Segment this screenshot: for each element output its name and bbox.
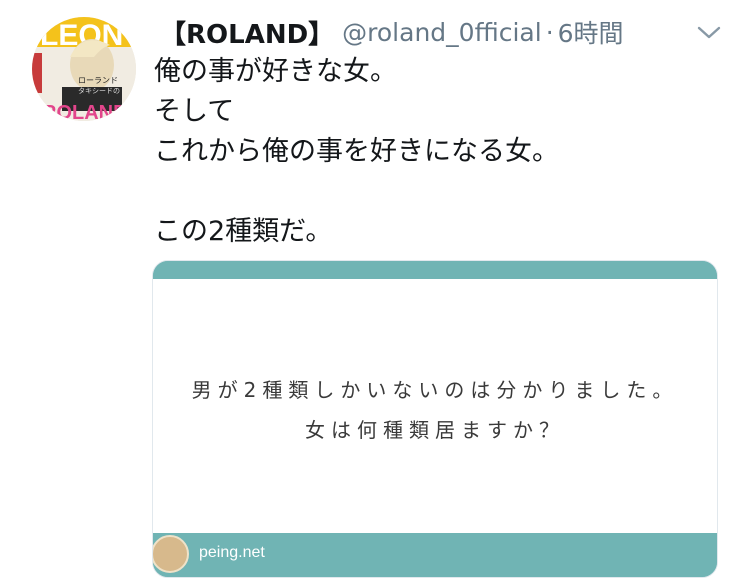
avatar[interactable]: LEON ローランド タキシードの ROLAND xyxy=(32,17,136,121)
svg-text:ローランド: ローランド xyxy=(78,76,118,85)
card-top-band xyxy=(153,261,717,279)
tweet-text-line: 俺の事が好きな女。 xyxy=(154,56,397,87)
tweet-text-line: この2種類だ。 xyxy=(154,216,333,247)
link-card[interactable]: 男が2種類しかいないのは分かりました。 女は何種類居ますか？ peing.net xyxy=(152,260,718,578)
tweet-header: 【ROLAND】 @roland_0fficial · 6時間 xyxy=(160,14,624,50)
question-line-2: 女は何種類居ますか？ xyxy=(305,418,565,442)
author-handle[interactable]: @roland_0fficial xyxy=(342,18,542,47)
tweet-timestamp[interactable]: 6時間 xyxy=(558,14,624,50)
magazine-cover-image: LEON ローランド タキシードの ROLAND xyxy=(32,17,136,121)
author-name[interactable]: 【ROLAND】 xyxy=(160,14,334,51)
question-line-1: 男が2種類しかいないのは分かりました。 xyxy=(191,378,679,402)
card-footer: peing.net xyxy=(153,533,717,577)
tweet-text: 俺の事が好きな女。 そして これから俺の事を好きになる女。 この2種類だ。 xyxy=(154,52,559,252)
svg-text:ROLAND: ROLAND xyxy=(42,102,128,121)
chevron-down-icon[interactable] xyxy=(696,22,722,42)
card-domain: peing.net xyxy=(199,544,265,561)
tweet-text-blank-line xyxy=(154,172,559,212)
tweet-text-line: そして xyxy=(154,96,235,127)
svg-text:タキシードの: タキシードの xyxy=(78,86,120,95)
tweet-text-line: これから俺の事を好きになる女。 xyxy=(154,136,559,167)
card-question-area: 男が2種類しかいないのは分かりました。 女は何種類居ますか？ xyxy=(153,279,717,533)
peing-logo-icon xyxy=(153,535,189,573)
separator-dot: · xyxy=(545,17,554,47)
